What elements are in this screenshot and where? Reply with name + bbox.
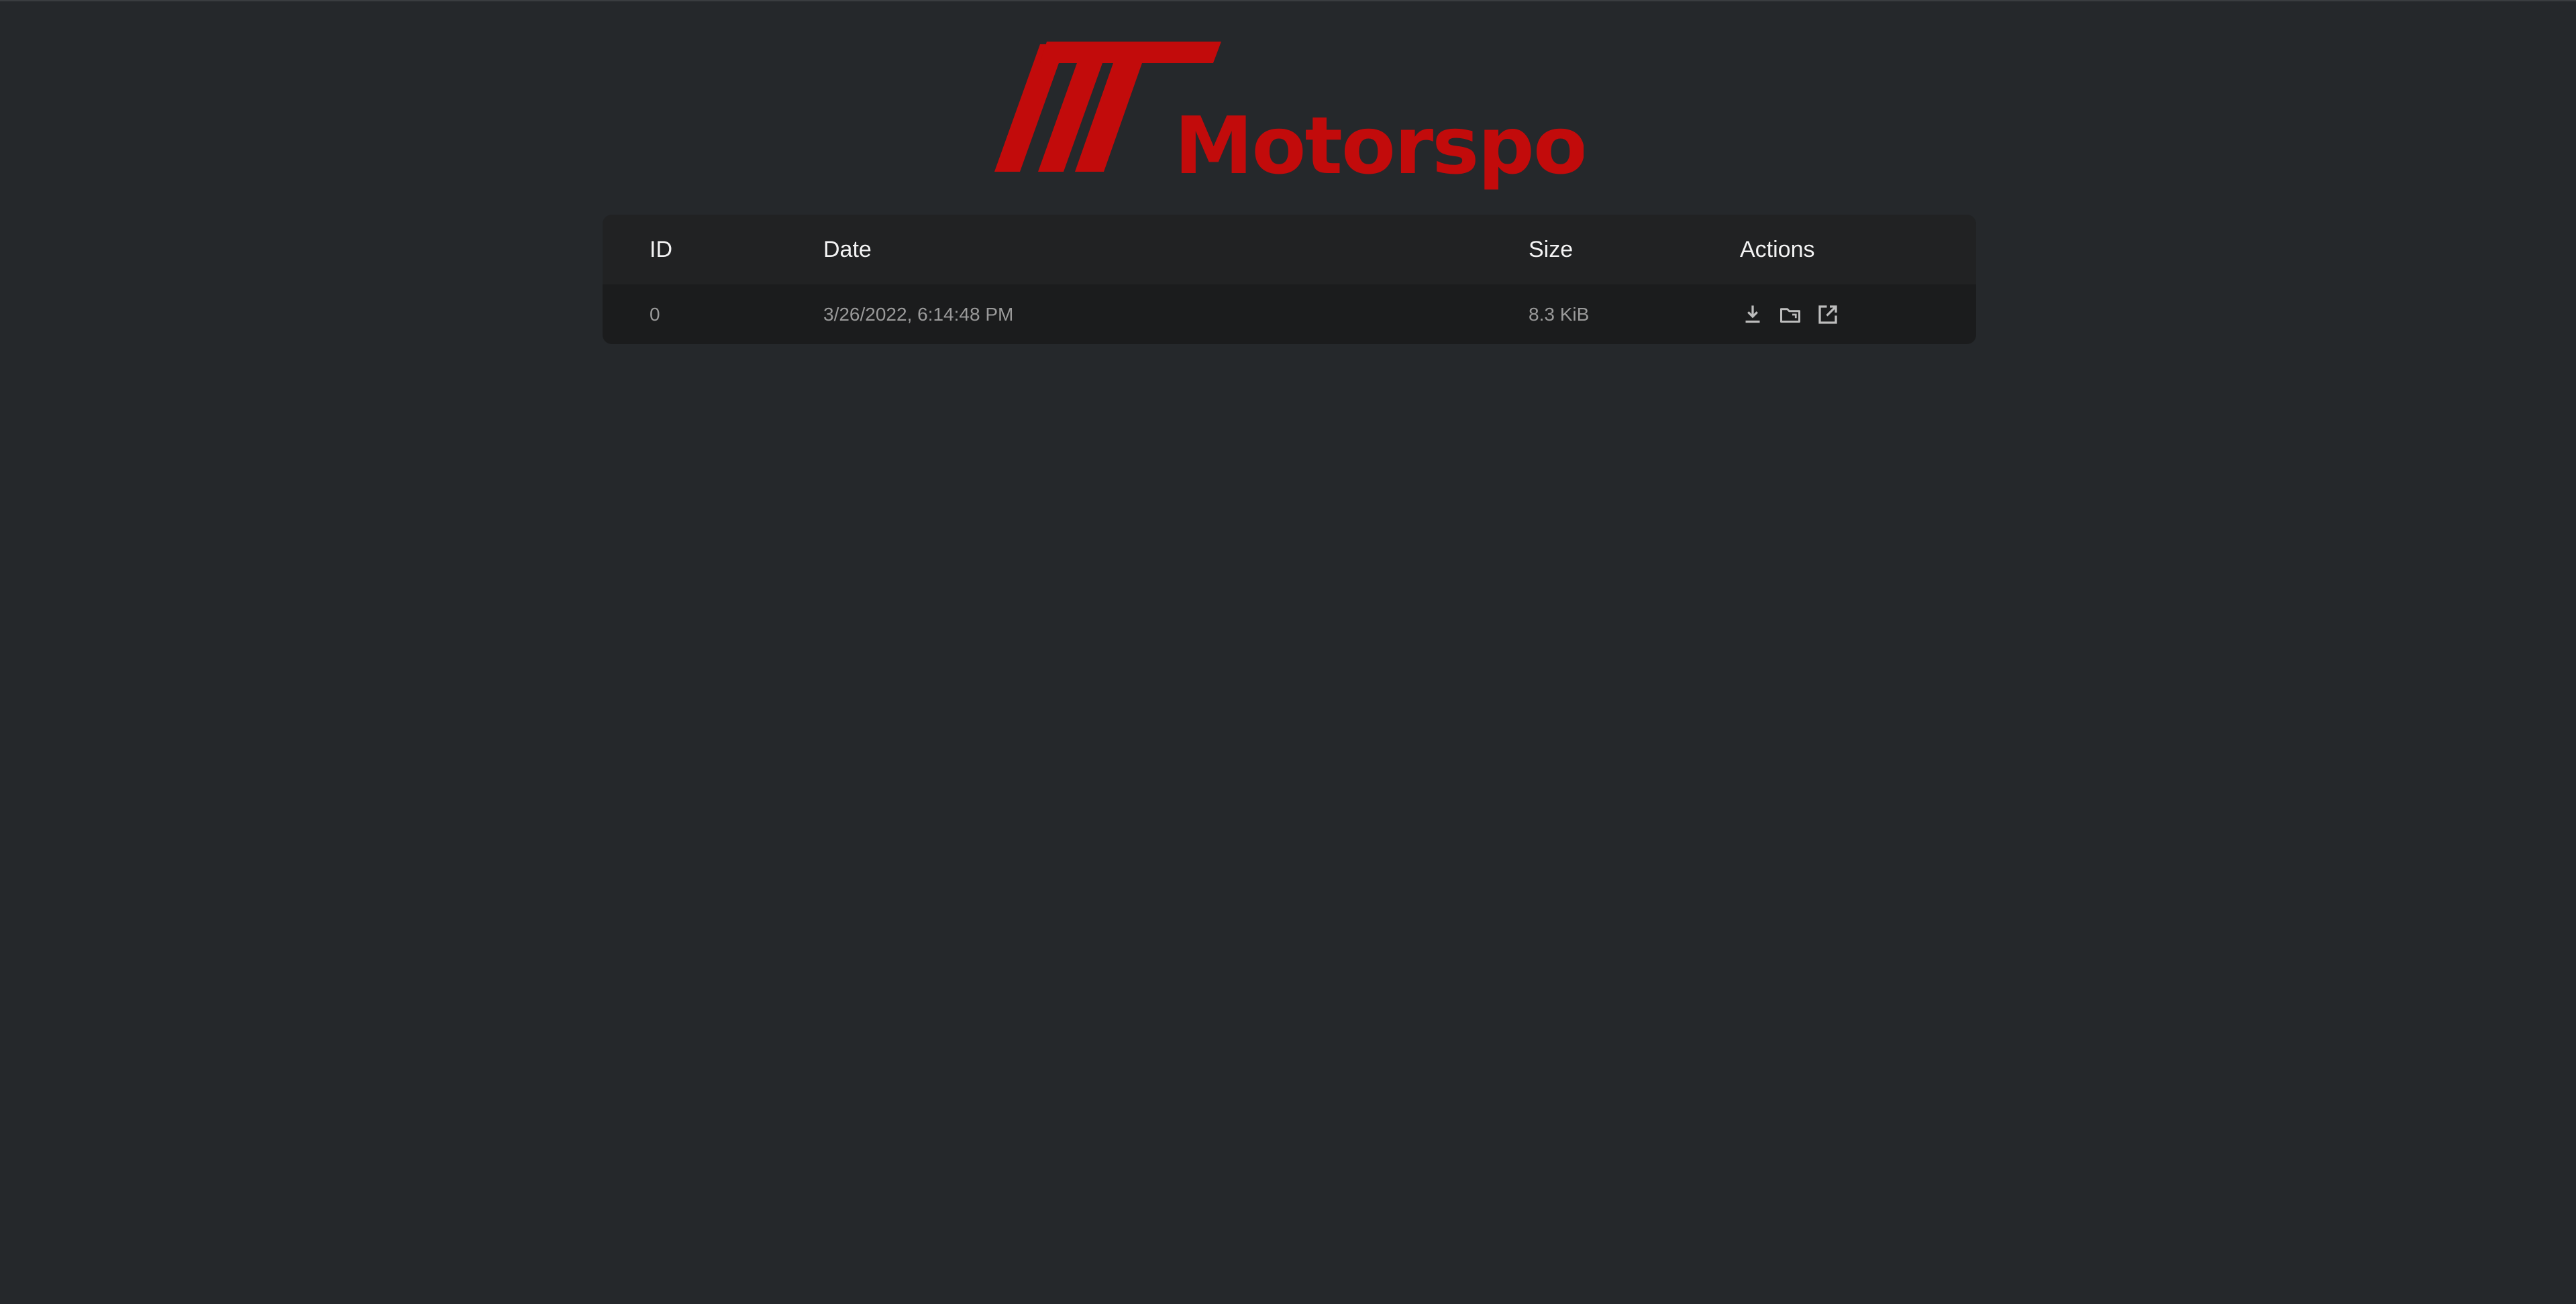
cell-size: 8.3 KiB bbox=[1529, 303, 1590, 325]
cell-actions bbox=[1740, 284, 1841, 344]
header-actions: Actions bbox=[1740, 236, 1815, 262]
open-folder-button[interactable] bbox=[1778, 302, 1803, 327]
open-external-button[interactable] bbox=[1815, 302, 1841, 327]
header-date: Date bbox=[823, 236, 872, 262]
snapshots-table: ID Date Size Actions 0 3/26/2022, 6:14:4… bbox=[603, 215, 1976, 344]
download-icon bbox=[1745, 305, 1760, 323]
table-header-row: ID Date Size Actions bbox=[603, 215, 1976, 284]
folder-icon bbox=[1780, 307, 1800, 323]
open-external-icon bbox=[1818, 305, 1837, 324]
cell-id: 0 bbox=[650, 303, 660, 325]
header-id: ID bbox=[650, 236, 672, 262]
logo-wordmark: Motorsports bbox=[1174, 99, 1584, 192]
header-size: Size bbox=[1529, 236, 1574, 262]
download-button[interactable] bbox=[1740, 302, 1765, 327]
table-row: 0 3/26/2022, 6:14:48 PM 8.3 KiB bbox=[603, 284, 1976, 344]
motorsports-logo: Motorsports bbox=[993, 39, 1584, 193]
cell-date: 3/26/2022, 6:14:48 PM bbox=[823, 303, 1014, 325]
